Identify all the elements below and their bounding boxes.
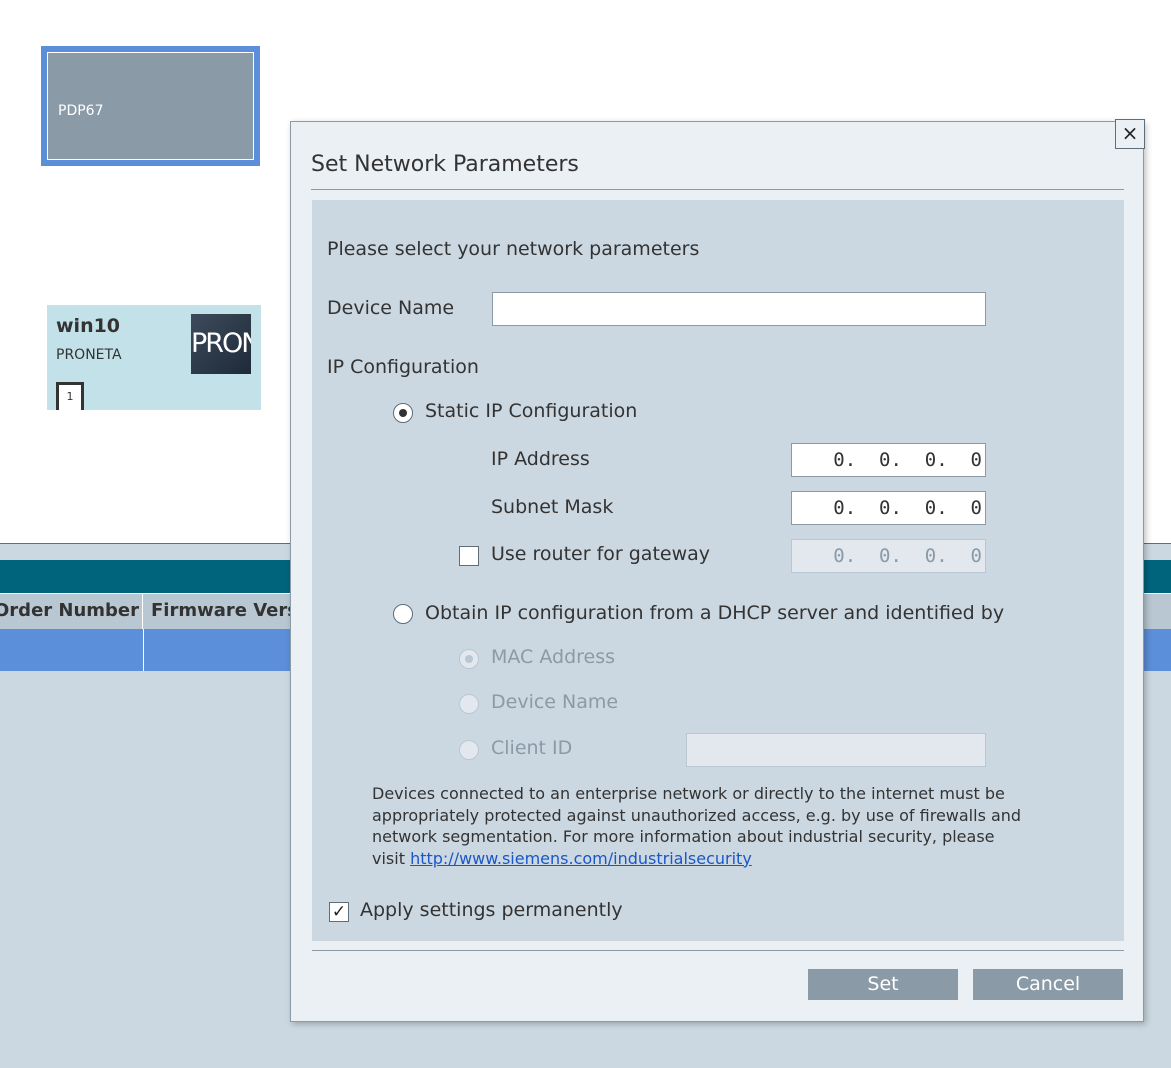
ip-configuration-label: IP Configuration <box>327 356 479 378</box>
port-icon[interactable]: 1 <box>56 382 84 410</box>
device-node-body: PDP67 <box>47 52 254 160</box>
industrial-security-link[interactable]: http://www.siemens.com/industrialsecurit… <box>410 849 752 868</box>
cell-divider <box>143 629 144 671</box>
device-node-title: win10 <box>56 315 121 337</box>
device-name-input[interactable] <box>492 292 986 326</box>
security-notice: Devices connected to an enterprise netwo… <box>372 783 1022 869</box>
static-ip-radio[interactable] <box>393 403 413 423</box>
client-id-radio[interactable] <box>459 740 479 760</box>
column-header-firmware-version[interactable]: Firmware Version <box>151 594 311 629</box>
dialog-title: Set Network Parameters <box>311 152 579 177</box>
device-name-radio[interactable] <box>459 694 479 714</box>
device-node-pdp67[interactable]: PDP67 <box>41 46 260 166</box>
subnet-mask-label: Subnet Mask <box>491 496 614 518</box>
gateway-field[interactable]: 0. 0. 0. 0 <box>791 539 986 573</box>
ip-address-label: IP Address <box>491 448 590 470</box>
apply-permanently-label: Apply settings permanently <box>360 899 623 921</box>
client-id-label: Client ID <box>491 737 573 759</box>
static-ip-label: Static IP Configuration <box>425 400 638 422</box>
use-router-label: Use router for gateway <box>491 543 711 565</box>
device-node-subtitle: PRONETA <box>56 347 122 363</box>
proneta-logo: PRONETA <box>191 314 251 374</box>
column-header-order-number[interactable]: Order Number <box>0 594 143 629</box>
apply-permanently-checkbox[interactable]: ✓ <box>329 902 349 922</box>
dhcp-radio[interactable] <box>393 604 413 624</box>
device-name-label: Device Name <box>327 297 455 319</box>
use-router-checkbox[interactable] <box>459 546 479 566</box>
close-icon[interactable]: × <box>1115 119 1145 149</box>
subnet-mask-field[interactable]: 0. 0. 0. 0 <box>791 491 986 525</box>
prompt-text: Please select your network parameters <box>327 238 700 260</box>
device-node-label: PDP67 <box>58 103 104 119</box>
dhcp-device-name-label: Device Name <box>491 691 619 713</box>
cancel-button[interactable]: Cancel <box>973 969 1123 1000</box>
dhcp-label: Obtain IP configuration from a DHCP serv… <box>425 602 1005 624</box>
client-id-input[interactable] <box>686 733 986 767</box>
mac-address-label: MAC Address <box>491 646 616 668</box>
set-network-parameters-dialog: × Set Network Parameters Please select y… <box>290 119 1145 1022</box>
dialog-content: Please select your network parameters De… <box>312 200 1124 941</box>
title-divider <box>311 189 1124 190</box>
footer-divider <box>312 950 1124 951</box>
mac-address-radio[interactable] <box>459 649 479 669</box>
device-node-win10[interactable]: win10 PRONETA PRONETA 1 <box>47 305 261 410</box>
set-button[interactable]: Set <box>808 969 958 1000</box>
ip-address-field[interactable]: 0. 0. 0. 0 <box>791 443 986 477</box>
